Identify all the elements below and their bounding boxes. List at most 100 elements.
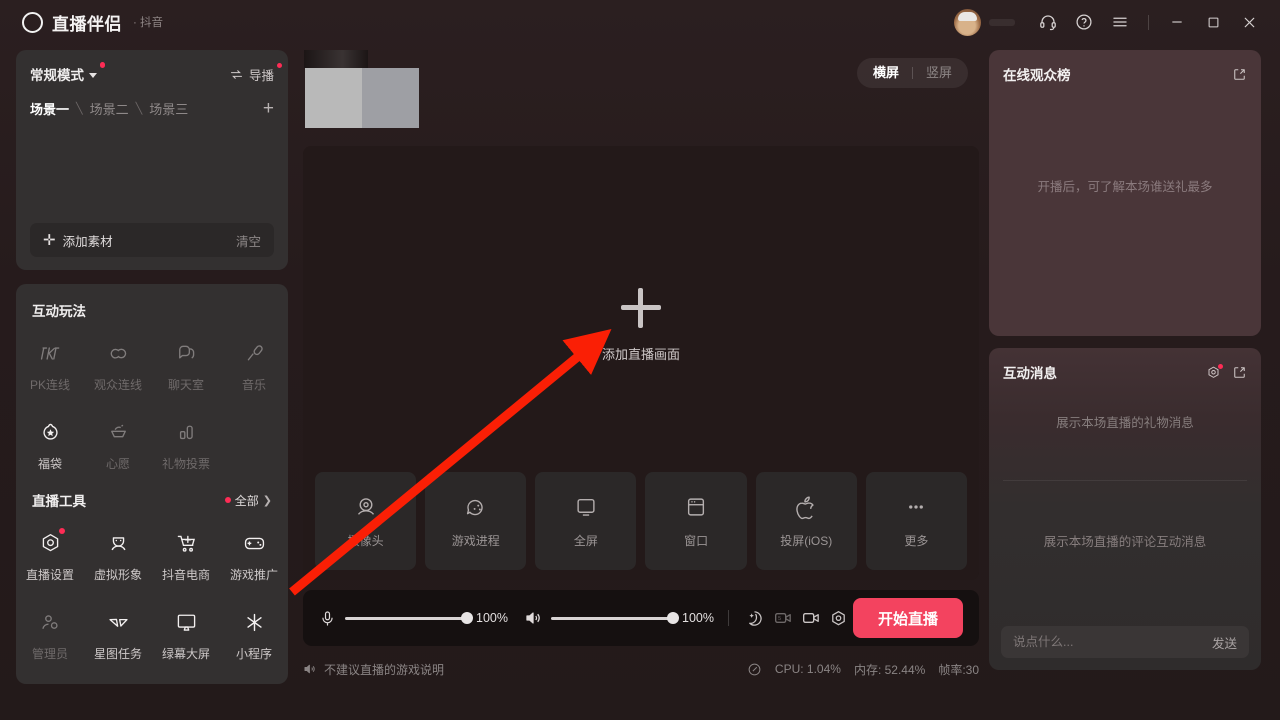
- tool-label: PK连线: [29, 378, 70, 392]
- tool-label: 小程序: [235, 647, 272, 661]
- account-name-placeholder: [989, 18, 1015, 26]
- plus-icon: ✛: [43, 231, 56, 249]
- overlay-rect-left: [305, 68, 362, 128]
- scene-divider: ╲: [135, 103, 143, 115]
- speaker-slider-knob[interactable]: [667, 612, 679, 624]
- chatroom-icon: [178, 345, 194, 359]
- add-scene-button[interactable]: +: [263, 99, 274, 118]
- tool-star-task[interactable]: 星图任务: [84, 603, 152, 668]
- orientation-portrait[interactable]: 竖屏: [913, 61, 965, 85]
- add-canvas-plus-icon[interactable]: [621, 288, 661, 328]
- source-game-process[interactable]: 游戏进程: [425, 472, 527, 570]
- source-more[interactable]: 更多: [865, 472, 967, 570]
- empty-canvas-prompt[interactable]: 添加直播画面: [303, 288, 979, 363]
- mic-slider-knob[interactable]: [461, 612, 473, 624]
- speaker-slider[interactable]: [551, 612, 679, 624]
- headset-icon[interactable]: [1031, 5, 1065, 39]
- video-icon[interactable]: [797, 603, 825, 633]
- tool-douyin-shop[interactable]: 抖音电商: [152, 524, 220, 589]
- director-button[interactable]: 导播: [229, 62, 282, 84]
- maximize-icon[interactable]: [1196, 5, 1230, 39]
- orientation-landscape[interactable]: 横屏: [860, 61, 912, 85]
- tool-pk-link[interactable]: PK连线: [16, 334, 84, 399]
- scene-tab-3[interactable]: 场景三: [149, 99, 188, 118]
- close-icon[interactable]: [1232, 5, 1266, 39]
- tool-badge-dot: [59, 528, 65, 534]
- microphone-icon: [322, 610, 333, 626]
- app-title: 直播伴侣: [52, 14, 122, 34]
- tool-label: 游戏推广: [229, 568, 278, 582]
- perf-stats: CPU: 1.04% 内存: 52.44% 帧率:30: [747, 661, 979, 678]
- tool-audience-link[interactable]: 观众连线: [84, 334, 152, 399]
- scene-tab-2[interactable]: 场景二: [90, 99, 129, 118]
- viewers-actions: [1232, 67, 1247, 82]
- help-icon[interactable]: [1067, 5, 1101, 39]
- apple-airplay-icon: [796, 496, 814, 520]
- tool-greenscreen[interactable]: 绿幕大屏: [152, 603, 220, 668]
- tool-gift-vote[interactable]: 礼物投票: [152, 413, 220, 478]
- avatar[interactable]: [954, 8, 981, 36]
- tools-all-label: 全部: [234, 493, 259, 508]
- popout-icon[interactable]: [1232, 365, 1247, 380]
- tools-all-button[interactable]: 全部 ❯: [224, 492, 272, 509]
- chat-input[interactable]: [1013, 635, 1212, 649]
- app-brand: 直播伴侣 · 抖音: [0, 10, 163, 35]
- settings-gear-icon[interactable]: [1206, 363, 1223, 380]
- beauty-icon[interactable]: [741, 603, 769, 633]
- interactive-messages-panel: 互动消息 展示本场直播的礼物消息 展示本场直播的评论互动消息 说点什么... 发…: [989, 348, 1261, 670]
- tool-chatroom[interactable]: 聊天室: [152, 334, 220, 399]
- mic-slider[interactable]: [345, 612, 473, 624]
- director-badge-dot: [276, 62, 282, 68]
- tool-admin[interactable]: 管理员: [16, 603, 84, 668]
- tool-lucky-bag[interactable]: 福袋: [16, 413, 84, 478]
- tool-label: 抖音电商: [161, 568, 210, 582]
- webcam-icon: [357, 498, 374, 515]
- live-settings-icon: [42, 534, 58, 552]
- tool-live-settings[interactable]: 直播设置: [16, 524, 84, 589]
- settings-gear-icon[interactable]: [825, 603, 853, 633]
- avatar-icon: [110, 537, 126, 551]
- interactive-section-header: 互动玩法: [16, 300, 288, 320]
- mode-selector[interactable]: 常规模式: [30, 62, 105, 84]
- clear-sources-button[interactable]: 清空: [236, 231, 261, 250]
- source-fullscreen[interactable]: 全屏: [535, 472, 637, 570]
- messages-actions: [1206, 363, 1247, 380]
- minimize-icon[interactable]: [1160, 5, 1194, 39]
- source-label: 更多: [904, 534, 929, 548]
- source-label: 摄像头: [347, 534, 384, 548]
- live-canvas[interactable]: 添加直播画面 摄像头 游戏进程 全屏 窗口 投屏(iOS) 更多: [303, 146, 979, 580]
- lucky-bag-icon: [42, 423, 58, 440]
- source-airplay-ios[interactable]: 投屏(iOS): [755, 472, 857, 570]
- source-webcam[interactable]: 摄像头: [315, 472, 417, 570]
- source-window[interactable]: 窗口: [645, 472, 747, 570]
- popout-icon[interactable]: [1232, 67, 1247, 82]
- tool-miniapp[interactable]: 小程序: [220, 603, 288, 668]
- orientation-toggle: 横屏 竖屏: [856, 58, 968, 88]
- scene-tabs: 场景一 ╲ 场景二 ╲ 场景三 +: [30, 99, 274, 118]
- tools-title: 直播工具: [32, 494, 86, 509]
- source-label: 投屏(iOS): [780, 534, 833, 548]
- tool-game-promotion[interactable]: 游戏推广: [220, 524, 288, 589]
- tool-label: 礼物投票: [161, 457, 210, 471]
- tool-music[interactable]: 音乐: [220, 334, 288, 399]
- tool-virtual-avatar[interactable]: 虚拟形象: [84, 524, 152, 589]
- tool-label: 管理员: [31, 647, 68, 661]
- sidebar: 常规模式 导播 场景一 ╲ 场景二 ╲ 场景三 + ✛ 添加素材 清空 互动玩法…: [16, 50, 288, 684]
- tool-label: 绿幕大屏: [161, 647, 210, 661]
- go-live-button[interactable]: 开始直播: [852, 598, 963, 638]
- menu-icon[interactable]: [1103, 5, 1137, 39]
- tool-wish[interactable]: 心愿: [84, 413, 152, 478]
- tools-grid-row2: 管理员 星图任务 绿幕大屏 小程序: [16, 603, 288, 668]
- app-window: 直播伴侣 · 抖音 常规模式 导播 场景一 ╲ 场景二 ╲ 场景三 + ✛ 添加…: [0, 0, 1280, 720]
- add-source-button[interactable]: ✛ 添加素材 清空: [30, 223, 274, 257]
- scene-tab-1[interactable]: 场景一: [30, 99, 69, 118]
- admin-icon: [41, 615, 58, 629]
- replay-5s-icon[interactable]: 5: [769, 603, 797, 633]
- pk-icon: [40, 347, 59, 360]
- chat-send-button[interactable]: 发送: [1212, 633, 1237, 652]
- mode-badge-dot: [99, 62, 105, 68]
- game-notice-label: 不建议直播的游戏说明: [324, 662, 445, 677]
- game-notice[interactable]: 不建议直播的游戏说明: [303, 661, 444, 678]
- scene-panel: 常规模式 导播 场景一 ╲ 场景二 ╲ 场景三 + ✛ 添加素材 清空: [16, 50, 288, 270]
- scene-divider: ╲: [76, 103, 83, 115]
